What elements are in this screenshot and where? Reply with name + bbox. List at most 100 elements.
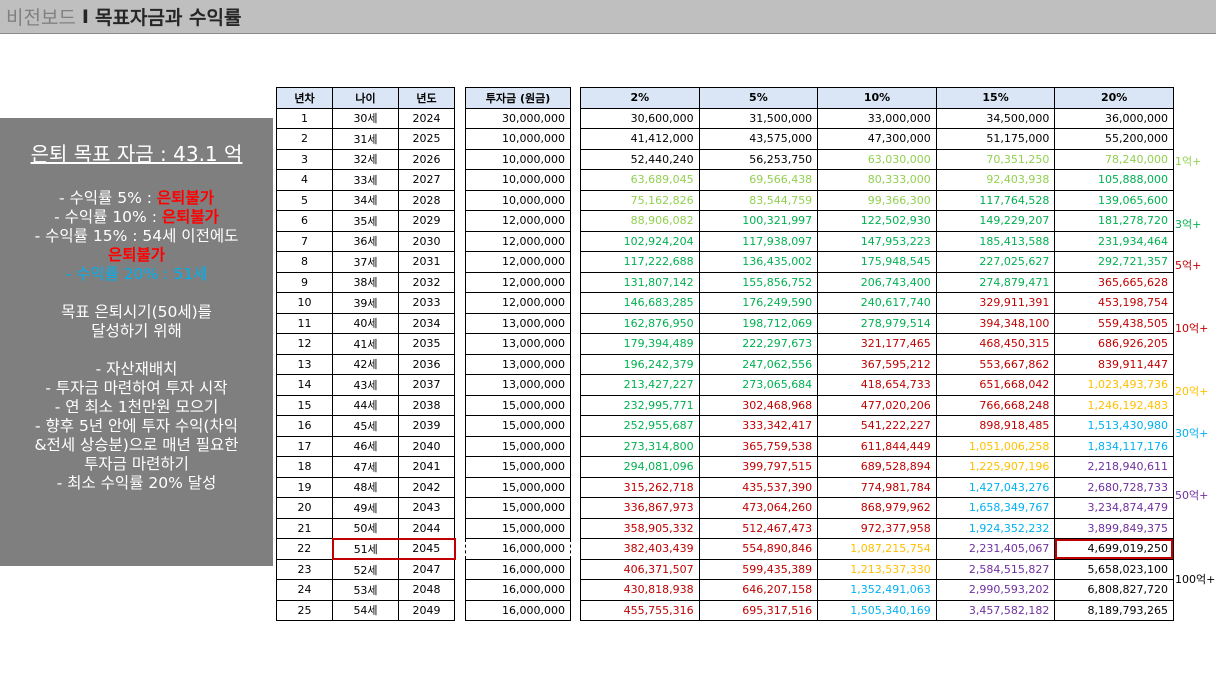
table-row: 252,955,687 333,342,417 541,222,227 898,918… — [580, 415, 1174, 437]
year-no-cell: 25 — [276, 599, 333, 621]
invest-cell: 30,000,000 — [465, 107, 571, 129]
invest-cell: 13,000,000 — [465, 353, 571, 375]
table-row: 10,000,000 — [465, 128, 571, 150]
table-row: 232,995,771 302,468,968 477,020,206 766,668… — [580, 394, 1174, 416]
header-rate: 20% — [1054, 87, 1174, 109]
return-cell: 274,879,471 — [935, 271, 1056, 293]
return-cell: 185,413,588 — [935, 230, 1056, 252]
return-cell: 146,683,285 — [580, 292, 700, 314]
year-no-cell: 13 — [276, 353, 333, 375]
table-row: 15,000,000 — [465, 415, 571, 437]
age-cell: 32세 — [332, 148, 399, 170]
milestone-label: 100억+ — [1175, 572, 1216, 586]
year-no-cell: 18 — [276, 456, 333, 478]
return-cell: 2,680,728,733 — [1054, 476, 1174, 498]
return-cell: 406,371,507 — [580, 558, 700, 580]
panel-line-highlight: - 수익률 20% : 51세 — [65, 265, 208, 283]
return-cell: 1,352,491,063 — [817, 579, 937, 601]
title-section: 비전보드 — [6, 7, 76, 29]
return-cell: 88,906,082 — [580, 210, 700, 232]
age-cell: 31세 — [332, 128, 399, 150]
return-cell: 553,667,862 — [935, 353, 1056, 375]
invest-cell: 15,000,000 — [465, 476, 571, 498]
return-cell: 3,457,582,182 — [935, 599, 1056, 621]
age-year-table: 년차 나이 년도 1 30세 2024 2 31세 2025 3 32세 2026 4 33세 202… — [276, 87, 456, 621]
return-cell: 231,934,464 — [1054, 230, 1174, 252]
header-rate: 15% — [935, 87, 1056, 109]
return-cell: 1,658,349,767 — [935, 497, 1056, 519]
table-row: 41,412,000 43,575,000 47,300,000 51,175,000… — [580, 128, 1174, 150]
return-cell: 774,981,784 — [817, 476, 937, 498]
return-cell: 1,924,352,232 — [935, 517, 1056, 539]
return-cell: 321,177,465 — [817, 333, 937, 355]
return-cell: 69,566,438 — [698, 169, 819, 191]
age-cell: 34세 — [332, 189, 399, 211]
table-row: 23 52세 2047 — [276, 558, 455, 580]
plan-line: - 투자금 마련하여 투자 시작 — [45, 379, 228, 397]
return-cell: 83,544,759 — [698, 189, 819, 211]
return-cell: 399,797,515 — [698, 456, 819, 478]
age-cell: 37세 — [332, 251, 399, 273]
return-cell: 294,081,096 — [580, 456, 700, 478]
year-no-cell: 20 — [276, 497, 333, 519]
header-rate: 2% — [580, 87, 700, 109]
year-cell: 2032 — [398, 271, 455, 293]
return-cell: 1,834,117,176 — [1054, 435, 1174, 457]
return-cell: 972,377,958 — [817, 517, 937, 539]
table-row: 75,162,826 83,544,759 99,366,300 117,764,52… — [580, 189, 1174, 211]
return-cell: 198,712,069 — [698, 312, 819, 334]
return-cell: 222,297,673 — [698, 333, 819, 355]
return-cell: 292,721,357 — [1054, 251, 1174, 273]
return-cell: 599,435,389 — [698, 558, 819, 580]
return-cell: 63,030,000 — [817, 148, 937, 170]
table-row: 16 45세 2039 — [276, 415, 455, 437]
year-no-cell: 6 — [276, 210, 333, 232]
return-cell: 1,513,430,980 — [1054, 415, 1174, 437]
year-cell: 2036 — [398, 353, 455, 375]
return-cell: 117,222,688 — [580, 251, 700, 273]
table-row: 430,818,938 646,207,158 1,352,491,063 2,990… — [580, 579, 1174, 601]
return-cell: 1,213,537,330 — [817, 558, 937, 580]
return-cell: 898,918,485 — [935, 415, 1056, 437]
table-row: 22 51세 2045 — [276, 537, 456, 560]
table-row: 16,000,000 — [465, 558, 571, 580]
return-cell: 52,440,240 — [580, 148, 700, 170]
age-cell: 43세 — [332, 374, 399, 396]
header-year: 년도 — [398, 87, 455, 109]
table-row: 382,403,439 554,890,846 1,087,215,754 2,231… — [580, 538, 1174, 560]
year-cell: 2031 — [398, 251, 455, 273]
return-cell: 3,899,849,375 — [1054, 517, 1174, 539]
return-cell: 136,435,002 — [698, 251, 819, 273]
invest-cell: 10,000,000 — [465, 148, 571, 170]
return-cell: 1,427,043,276 — [935, 476, 1056, 498]
year-no-cell: 22 — [276, 538, 333, 560]
year-no-cell: 16 — [276, 415, 333, 437]
table-row: 6 35세 2029 — [276, 210, 455, 232]
year-no-cell: 4 — [276, 169, 333, 191]
table-row: 17 46세 2040 — [276, 435, 455, 457]
title-bar: 비전보드 I 목표자금과 수익률 — [0, 0, 1216, 34]
invest-cell: 13,000,000 — [465, 333, 571, 355]
milestone-label: 3억+ — [1175, 217, 1202, 231]
year-no-cell: 24 — [276, 579, 333, 601]
table-row: 315,262,718 435,537,390 774,981,784 1,427,0… — [580, 476, 1174, 498]
return-cell: 247,062,556 — [698, 353, 819, 375]
age-cell: 53세 — [332, 579, 399, 601]
return-cell: 196,242,379 — [580, 353, 700, 375]
return-cell: 70,351,250 — [935, 148, 1056, 170]
table-row: 30,600,000 31,500,000 33,000,000 34,500,000… — [580, 107, 1174, 129]
return-cell: 1,246,192,483 — [1054, 394, 1174, 416]
invest-cell: 16,000,000 — [465, 599, 571, 621]
age-cell: 30세 — [332, 107, 399, 129]
year-no-cell: 5 — [276, 189, 333, 211]
header-invest: 투자금 (원금) — [465, 87, 571, 109]
year-no-cell: 15 — [276, 394, 333, 416]
return-cell: 273,314,800 — [580, 435, 700, 457]
year-cell: 2025 — [398, 128, 455, 150]
age-cell: 40세 — [332, 312, 399, 334]
return-cell: 2,218,940,611 — [1054, 456, 1174, 478]
table-row: 13 42세 2036 — [276, 353, 455, 375]
year-cell: 2049 — [398, 599, 455, 621]
return-cell: 839,911,447 — [1054, 353, 1174, 375]
milestone-label: 5억+ — [1175, 259, 1202, 273]
